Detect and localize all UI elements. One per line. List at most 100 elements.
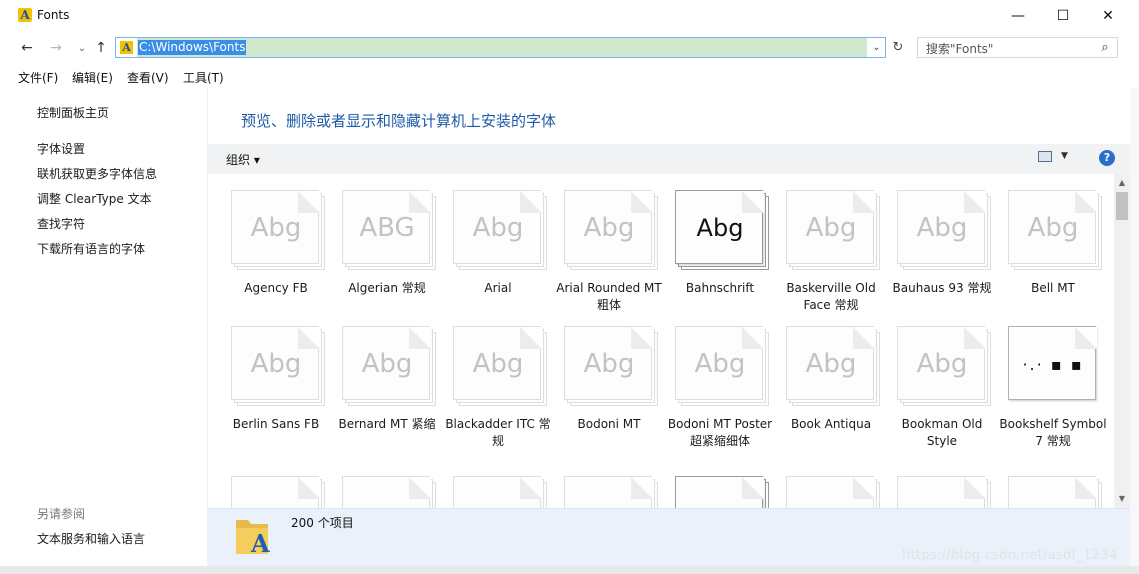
help-icon[interactable]: ? — [1099, 150, 1115, 166]
font-preview-icon: Abg — [675, 326, 769, 406]
font-preview-sheet: Abg — [786, 190, 875, 264]
menu-edit[interactable]: 编辑(E) — [72, 69, 113, 86]
font-preview-sheet — [786, 476, 875, 508]
font-preview-icon: ABG — [342, 190, 436, 270]
font-preview-icon: Abg — [564, 190, 658, 270]
font-sample-text: Abg — [472, 213, 524, 243]
font-name: Bodoni MT — [577, 417, 641, 431]
font-name: Bell MT — [1031, 281, 1075, 295]
address-dropdown-button[interactable]: ⌄ — [868, 38, 885, 57]
font-settings-link[interactable]: 字体设置 — [37, 140, 85, 157]
font-sample-text: Abg — [472, 349, 524, 379]
page-fold — [964, 477, 986, 499]
back-button[interactable]: ← — [18, 39, 36, 57]
font-preview-icon — [897, 476, 991, 508]
font-preview-icon: Abg — [786, 326, 880, 406]
font-sample-text: Abg — [696, 214, 744, 242]
up-button[interactable]: ↑ — [92, 39, 110, 57]
recent-locations-button[interactable]: ⌄ — [73, 39, 91, 57]
watermark: https://blog.csdn.net/asdf_1234 — [902, 548, 1118, 563]
font-preview-icon: Abg — [453, 190, 547, 270]
font-tile-partial[interactable] — [1004, 476, 1102, 508]
font-tile-partial[interactable] — [338, 476, 436, 508]
font-preview-icon: Abg — [564, 326, 658, 406]
font-sample-text: Abg — [250, 213, 302, 243]
maximize-button[interactable]: ☐ — [1040, 0, 1086, 32]
window-title: Fonts — [37, 8, 70, 22]
organize-button[interactable]: 组织 ▾ — [226, 151, 260, 168]
view-icon[interactable] — [1038, 151, 1052, 162]
refresh-button[interactable]: ↻ — [889, 38, 907, 57]
fonts-folder-icon: A — [18, 8, 32, 22]
font-preview-sheet: Abg — [1008, 190, 1097, 264]
font-preview-sheet — [675, 476, 764, 508]
font-sample-text: Abg — [583, 349, 635, 379]
search-icon[interactable]: ⌕ — [1097, 39, 1113, 55]
address-bar-highlight — [137, 38, 867, 57]
scroll-down-arrow[interactable]: ▼ — [1114, 492, 1130, 506]
font-name: Berlin Sans FB — [232, 417, 320, 431]
page-fold — [409, 477, 431, 499]
font-name: Blackadder ITC 常规 — [445, 417, 551, 448]
font-tile-partial[interactable] — [893, 476, 991, 508]
online-font-info-link[interactable]: 联机获取更多字体信息 — [37, 165, 157, 182]
forward-button[interactable]: → — [47, 39, 65, 57]
font-preview-sheet — [897, 476, 986, 508]
font-preview-sheet: Abg — [786, 326, 875, 400]
cleartype-link[interactable]: 调整 ClearType 文本 — [37, 190, 152, 207]
font-preview-sheet — [231, 476, 320, 508]
font-preview-icon: Abg — [786, 190, 880, 270]
find-character-link[interactable]: 查找字符 — [37, 215, 85, 232]
close-button[interactable]: ✕ — [1085, 0, 1131, 32]
font-preview-sheet: Abg — [231, 326, 320, 400]
download-fonts-link[interactable]: 下载所有语言的字体 — [37, 240, 145, 257]
font-sample-text: Abg — [694, 349, 746, 379]
font-preview-sheet: Abg — [675, 190, 764, 264]
font-preview-sheet: Abg — [342, 326, 431, 400]
font-preview-sheet — [1008, 476, 1097, 508]
scrollbar-thumb[interactable] — [1116, 192, 1128, 220]
page-fold — [742, 477, 764, 499]
font-preview-icon — [342, 476, 436, 508]
font-preview-sheet: Abg — [675, 326, 764, 400]
page-fold — [298, 477, 320, 499]
font-preview-sheet — [342, 476, 431, 508]
font-preview-sheet: Abg — [897, 190, 986, 264]
font-sample-text: Abg — [1027, 213, 1079, 243]
font-sample-text: Abg — [805, 349, 857, 379]
minimize-button[interactable]: — — [995, 0, 1041, 32]
menu-tools[interactable]: 工具(T) — [183, 69, 224, 86]
font-preview-sheet: Abg — [231, 190, 320, 264]
font-preview-icon — [564, 476, 658, 508]
font-name: Bookshelf Symbol 7 常规 — [999, 417, 1107, 448]
fonts-folder-icon: A — [120, 41, 133, 54]
font-name: Bernard MT 紧缩 — [338, 417, 436, 431]
font-sample-text: ABG — [359, 213, 415, 243]
item-count: 200 个项目 — [291, 516, 354, 530]
font-name: Baskerville Old Face 常规 — [786, 281, 876, 312]
font-preview-icon — [786, 476, 880, 508]
scroll-up-arrow[interactable]: ▲ — [1114, 176, 1130, 190]
font-preview-sheet: Abg — [564, 326, 653, 400]
font-sample-text: Abg — [250, 349, 302, 379]
font-name: Book Antiqua — [790, 417, 872, 431]
menu-view[interactable]: 查看(V) — [127, 69, 169, 86]
font-preview-icon: Abg — [453, 326, 547, 406]
font-tile-partial[interactable] — [671, 476, 769, 508]
font-tile-partial[interactable] — [560, 476, 658, 508]
control-panel-home-link[interactable]: 控制面板主页 — [37, 104, 109, 121]
font-preview-sheet — [453, 476, 542, 508]
address-path[interactable]: C:\Windows\Fonts — [138, 40, 247, 55]
vertical-scrollbar[interactable] — [1114, 174, 1130, 508]
view-dropdown-button[interactable]: ▼ — [1061, 151, 1068, 161]
font-name: Agency FB — [244, 281, 308, 295]
font-tile-partial[interactable] — [227, 476, 325, 508]
font-tile-partial[interactable] — [449, 476, 547, 508]
font-tile-partial[interactable] — [782, 476, 880, 508]
font-name: Arial Rounded MT 粗体 — [556, 281, 662, 312]
font-preview-sheet — [564, 476, 653, 508]
font-preview-sheet: Abg — [564, 190, 653, 264]
text-services-link[interactable]: 文本服务和输入语言 — [37, 530, 145, 547]
search-placeholder: 搜索"Fonts" — [926, 42, 994, 56]
menu-file[interactable]: 文件(F) — [18, 69, 58, 86]
